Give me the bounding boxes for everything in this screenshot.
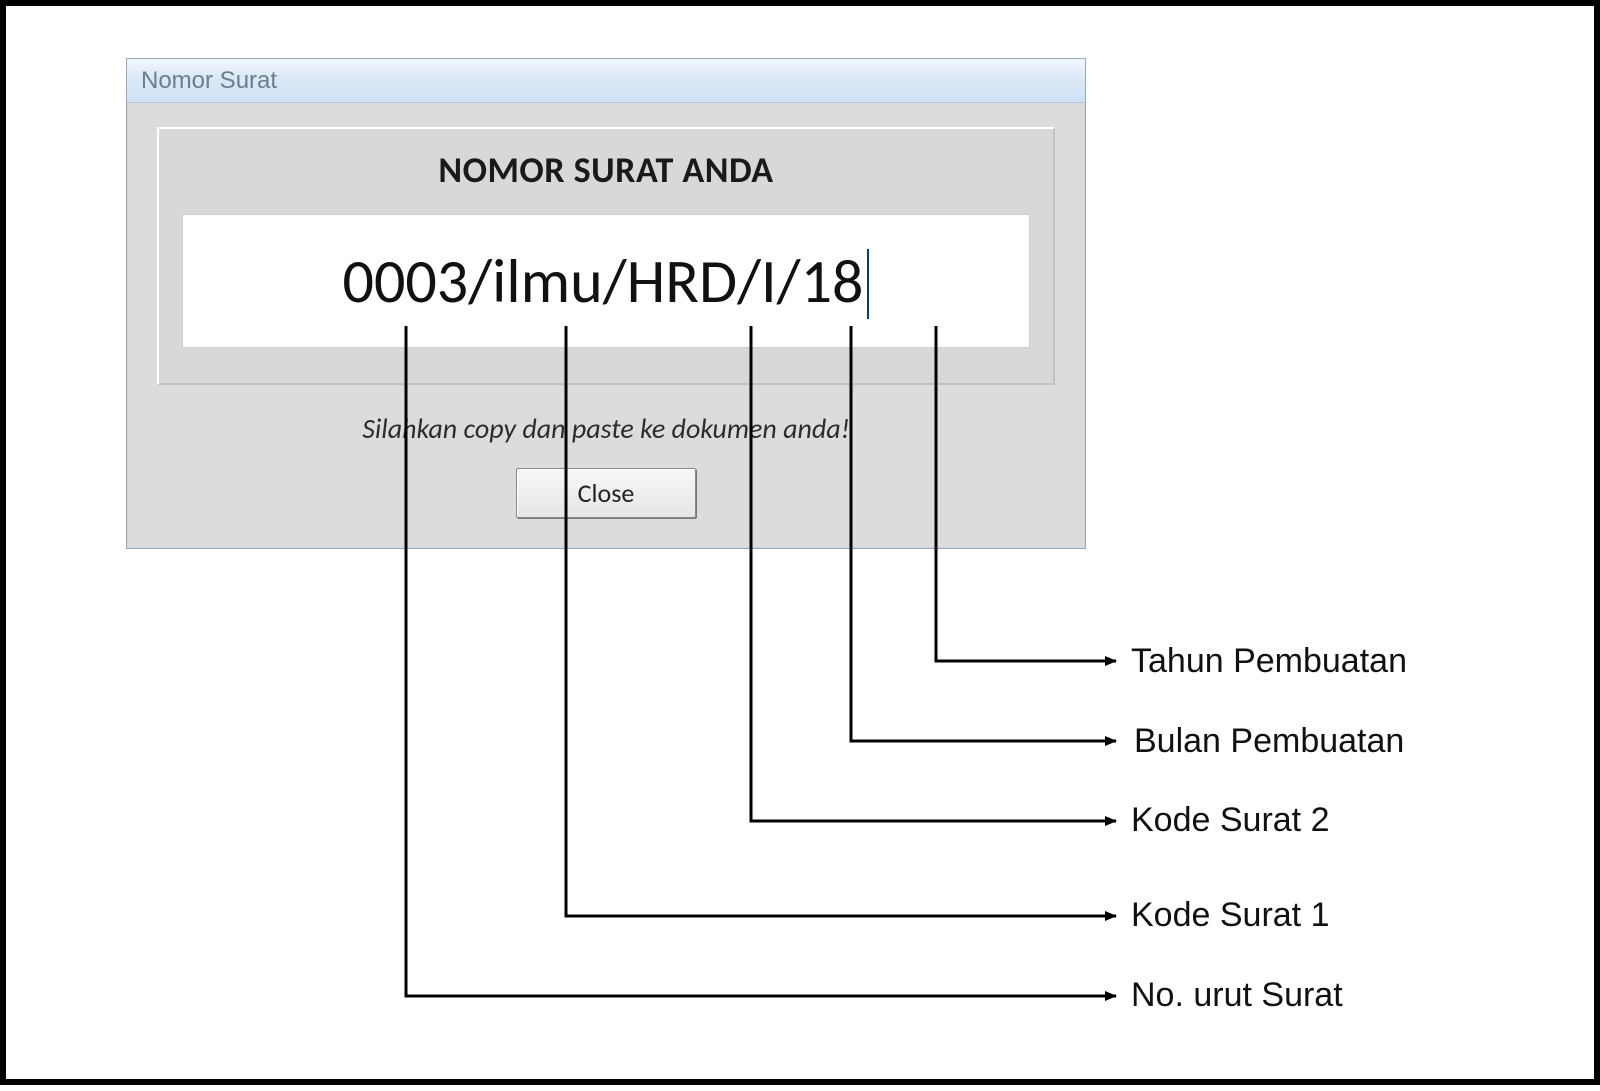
diagram-frame: Nomor Surat NOMOR SURAT ANDA 0003/ilmu/H… bbox=[0, 0, 1600, 1085]
label-tahun-pembuatan: Tahun Pembuatan bbox=[1131, 642, 1407, 681]
close-button[interactable]: Close bbox=[516, 468, 696, 518]
dialog-titlebar: Nomor Surat bbox=[127, 59, 1085, 103]
group-box: NOMOR SURAT ANDA 0003/ilmu/HRD/I/18 bbox=[157, 127, 1055, 385]
dialog-body: NOMOR SURAT ANDA 0003/ilmu/HRD/I/18 Sila… bbox=[127, 103, 1085, 548]
letter-number-field[interactable]: 0003/ilmu/HRD/I/18 bbox=[182, 214, 1030, 348]
text-caret bbox=[867, 249, 869, 319]
dialog-heading: NOMOR SURAT ANDA bbox=[438, 148, 773, 192]
label-kode-surat-1: Kode Surat 1 bbox=[1131, 896, 1329, 935]
label-bulan-pembuatan: Bulan Pembuatan bbox=[1134, 722, 1404, 761]
label-no-urut-surat: No. urut Surat bbox=[1131, 976, 1343, 1015]
dialog-window: Nomor Surat NOMOR SURAT ANDA 0003/ilmu/H… bbox=[126, 58, 1086, 549]
dialog-title: Nomor Surat bbox=[141, 67, 277, 95]
letter-number-value: 0003/ilmu/HRD/I/18 bbox=[343, 243, 864, 319]
hint-text: Silahkan copy dan paste ke dokumen anda! bbox=[362, 411, 850, 446]
label-kode-surat-2: Kode Surat 2 bbox=[1131, 801, 1329, 840]
